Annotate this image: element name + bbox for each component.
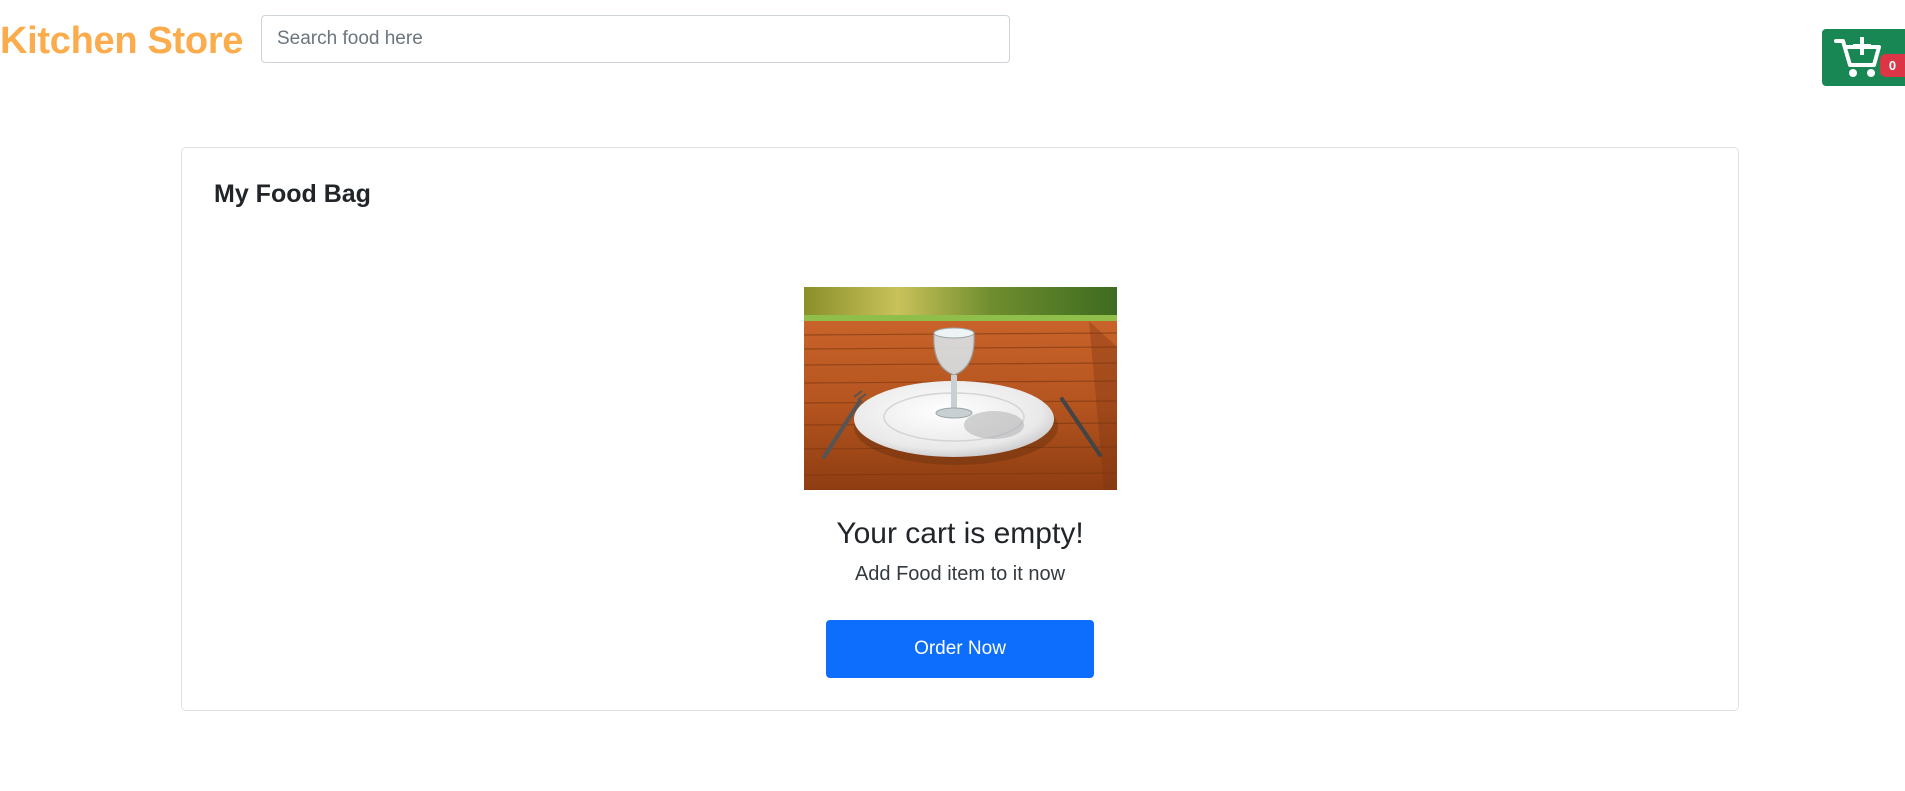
brand-logo[interactable]: Kitchen Store [0,20,243,63]
empty-cart-title: Your cart is empty! [836,517,1084,550]
cart-plus-icon [1834,37,1881,77]
cart-button[interactable]: 0 [1822,29,1905,86]
order-now-button[interactable]: Order Now [826,620,1094,678]
food-bag-card: My Food Bag Your cart is empty! Add Food… [181,147,1739,711]
empty-cart-subtitle: Add Food item to it now [854,563,1066,585]
card-title: My Food Bag [214,180,371,208]
empty-plate-illustration [804,287,1117,490]
cart-count-badge: 0 [1880,54,1905,77]
top-navbar: Kitchen Store 0 [0,0,1905,90]
search-input[interactable] [261,15,1010,63]
